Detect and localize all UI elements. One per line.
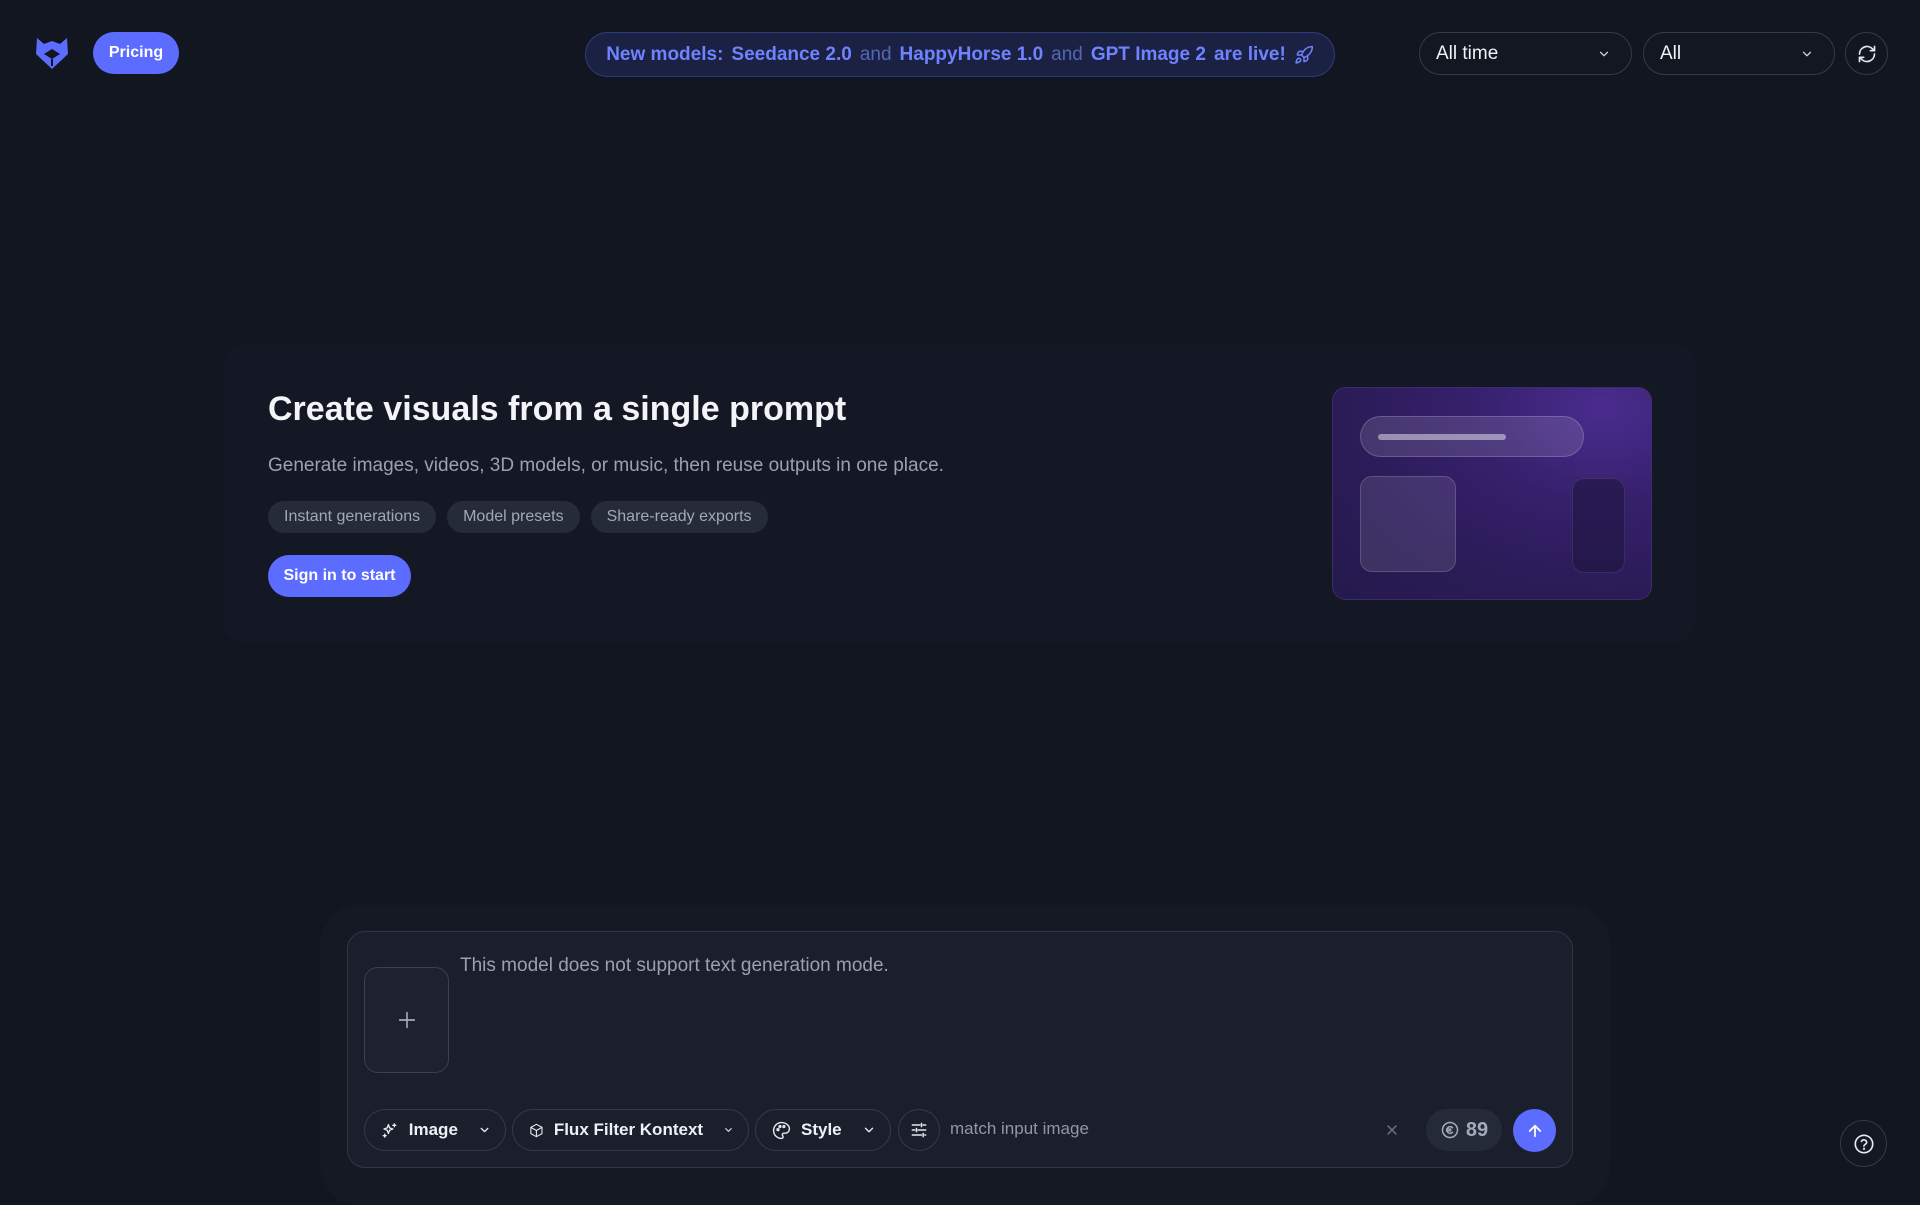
model-select[interactable]: Flux Filter Kontext xyxy=(512,1109,749,1151)
illustration-prompt-line xyxy=(1378,434,1506,440)
chevron-down-icon xyxy=(480,1127,489,1133)
refresh-button[interactable] xyxy=(1845,32,1888,75)
hero-title: Create visuals from a single prompt xyxy=(268,390,847,428)
feature-chip: Model presets xyxy=(447,501,580,533)
model-select-label: Flux Filter Kontext xyxy=(553,1120,704,1139)
announcement-banner[interactable]: New models: Seedance 2.0 and HappyHorse … xyxy=(585,32,1335,77)
illustration-tile xyxy=(1360,476,1456,572)
sliders-icon xyxy=(911,1122,927,1138)
cube-icon xyxy=(530,1123,543,1137)
arrow-up-icon xyxy=(1528,1124,1541,1137)
hero-illustration xyxy=(1332,387,1652,600)
style-select[interactable]: Style xyxy=(755,1109,891,1151)
credit-cost-badge: 89 xyxy=(1426,1109,1502,1151)
help-button[interactable] xyxy=(1840,1120,1887,1167)
add-input-image-button[interactable] xyxy=(364,967,449,1073)
feature-chip: Share-ready exports xyxy=(590,501,768,533)
announcement-and: and xyxy=(859,43,892,65)
rocket-icon xyxy=(1295,45,1313,64)
sign-in-button[interactable]: Sign in to start xyxy=(268,555,411,597)
chevron-down-icon xyxy=(725,1128,732,1132)
coin-icon xyxy=(1441,1121,1459,1139)
chevron-down-icon xyxy=(864,1127,874,1133)
advanced-settings-button[interactable] xyxy=(898,1109,940,1151)
time-filter-value: All time xyxy=(1436,42,1499,64)
clear-button[interactable] xyxy=(1380,1118,1404,1142)
plus-icon xyxy=(398,1011,415,1029)
announcement-model-link[interactable]: Seedance 2.0 xyxy=(731,44,851,66)
mode-select[interactable]: Image xyxy=(364,1109,506,1151)
feature-chips: Instant generations Model presets Share-… xyxy=(268,501,768,533)
prompt-input[interactable]: This model does not support text generat… xyxy=(460,955,889,977)
announcement-model-link[interactable]: HappyHorse 1.0 xyxy=(900,44,1044,66)
illustration-tile xyxy=(1572,478,1625,573)
mode-select-label: Image xyxy=(408,1120,458,1139)
announcement-prefix: New models: xyxy=(606,43,724,65)
chevron-down-icon xyxy=(1599,51,1609,56)
feature-chip: Instant generations xyxy=(268,501,437,533)
send-button[interactable] xyxy=(1513,1109,1556,1152)
chevron-down-icon xyxy=(1802,51,1812,56)
time-filter-select[interactable]: All time xyxy=(1419,32,1632,75)
app-logo[interactable] xyxy=(32,32,72,72)
illustration-prompt-bar xyxy=(1360,416,1584,457)
pricing-button[interactable]: Pricing xyxy=(93,32,179,74)
credit-cost-value: 89 xyxy=(1465,1118,1489,1141)
hero-subtitle: Generate images, videos, 3D models, or m… xyxy=(268,455,944,476)
palette-icon xyxy=(772,1121,791,1139)
close-icon xyxy=(1387,1125,1397,1135)
announcement-and: and xyxy=(1051,43,1083,65)
refresh-icon xyxy=(1858,45,1875,62)
type-filter-value: All xyxy=(1660,42,1682,64)
hexagon-cat-logo-icon xyxy=(36,38,68,69)
help-icon xyxy=(1853,1133,1874,1154)
prompt-hint: match input image xyxy=(950,1119,1089,1138)
type-filter-select[interactable]: All xyxy=(1643,32,1835,75)
announcement-model-link[interactable]: GPT Image 2 xyxy=(1091,44,1206,66)
sparkles-icon xyxy=(382,1122,397,1138)
style-select-label: Style xyxy=(801,1120,842,1139)
announcement-suffix: are live! xyxy=(1213,43,1286,65)
